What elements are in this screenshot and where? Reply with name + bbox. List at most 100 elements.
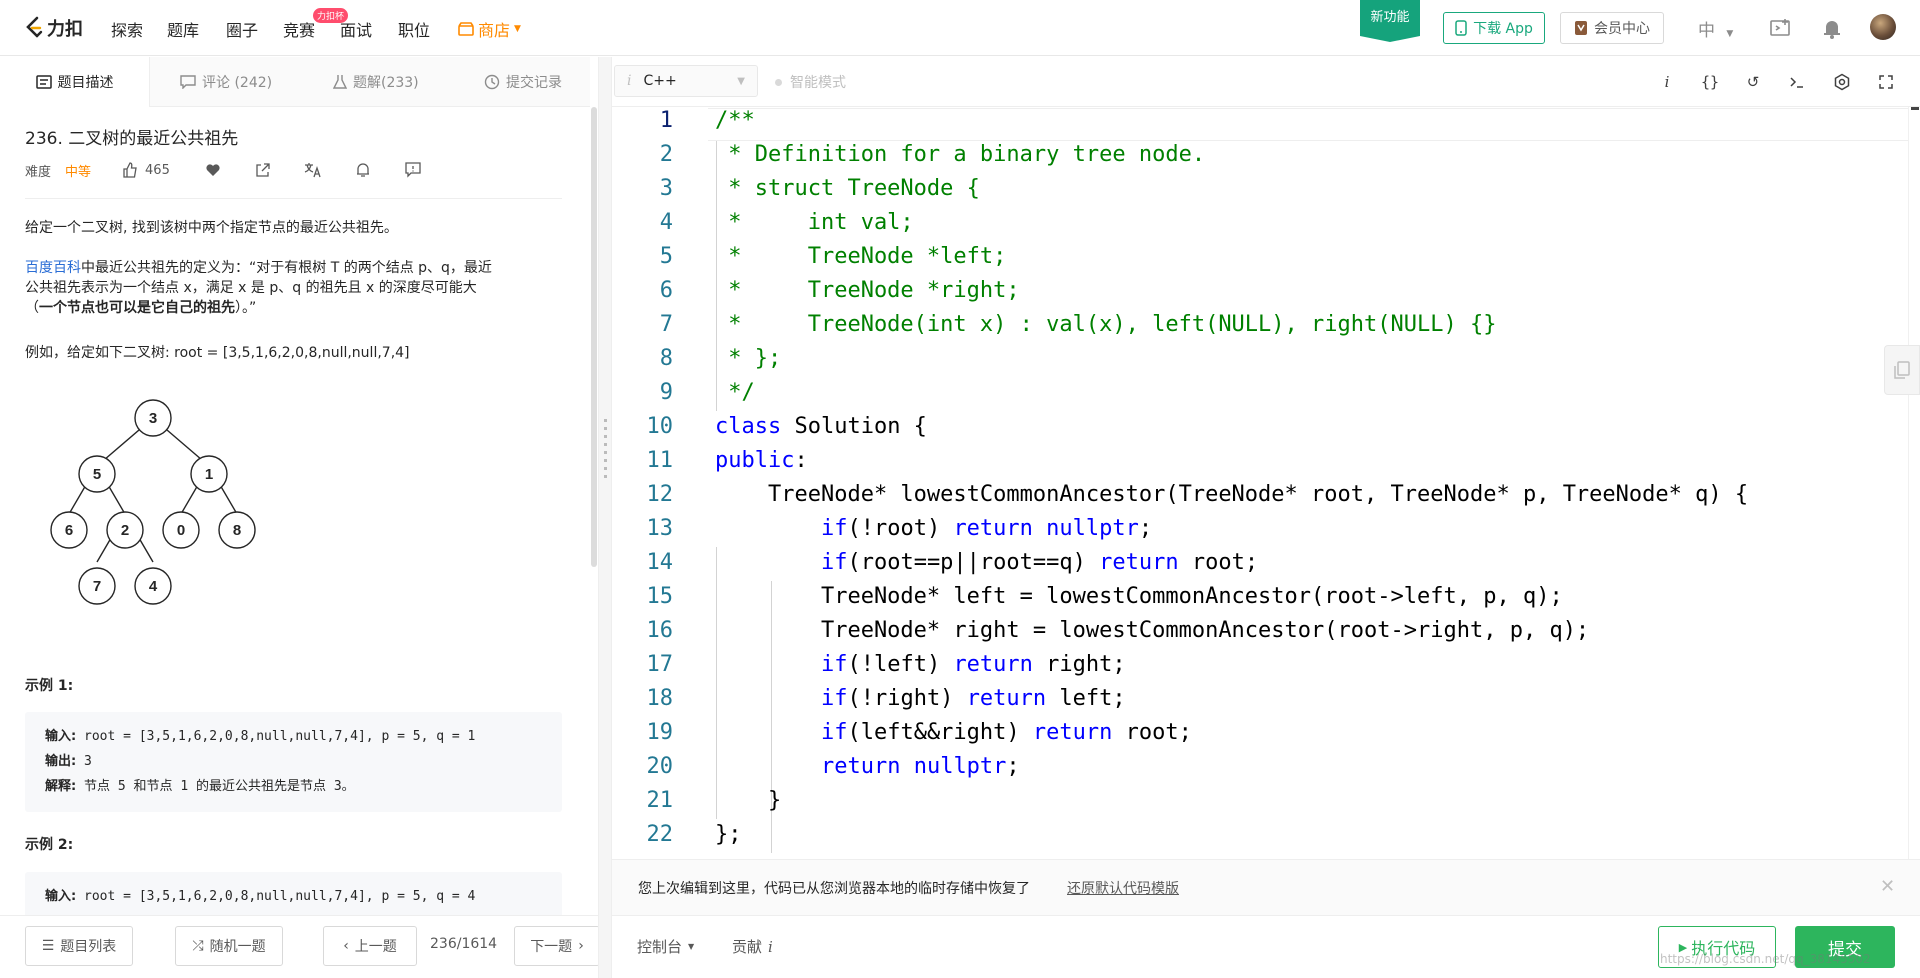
console-toggle[interactable]: 控制台 ▼ bbox=[637, 936, 694, 957]
vip-center-button[interactable]: 会员中心 bbox=[1560, 12, 1664, 44]
contribute-button[interactable]: 贡献 i bbox=[732, 936, 773, 957]
code-line[interactable]: return nullptr; bbox=[715, 750, 1020, 784]
panel-splitter[interactable] bbox=[598, 57, 612, 978]
line-number: 9 bbox=[659, 380, 673, 405]
code-line[interactable]: * int val; bbox=[715, 206, 913, 240]
leetcode-logo[interactable]: 力扣 bbox=[24, 14, 83, 42]
code-line[interactable]: public: bbox=[715, 444, 808, 478]
problem-position: 236/1614 bbox=[430, 936, 498, 952]
restore-default-template-link[interactable]: 还原默认代码模版 bbox=[1067, 878, 1179, 898]
language-switcher[interactable]: 中 ▼ bbox=[1698, 16, 1733, 41]
nav-explore[interactable]: 探索 bbox=[111, 17, 143, 41]
code-line[interactable]: * TreeNode(int x) : val(x), left(NULL), … bbox=[715, 308, 1496, 342]
code-line[interactable]: if(!root) return nullptr; bbox=[715, 512, 1152, 546]
editor-toolbar: i C++ ▼ 智能模式 i {} ↺ bbox=[612, 57, 1920, 107]
example-1-output-label: 输出: bbox=[45, 754, 77, 769]
difficulty-label: 难度 bbox=[25, 164, 52, 180]
prev-problem-button[interactable]: ‹ 上一题 bbox=[323, 926, 417, 966]
tab-solutions[interactable]: 题解(233) bbox=[333, 57, 419, 107]
editor-action-bar: 控制台 ▼ 贡献 i ▶ 执行代码 提交 bbox=[612, 915, 1920, 978]
problem-description-panel: 236. 二叉树的最近公共祖先 难度 中等 465 给定一个二叉树, 找到该树中… bbox=[0, 107, 590, 915]
example-2-label: 示例 2: bbox=[25, 837, 74, 853]
line-number: 1 bbox=[659, 108, 673, 133]
code-line[interactable]: * TreeNode *left; bbox=[715, 240, 1006, 274]
download-app-label: 下载 App bbox=[1473, 21, 1533, 37]
thumbs-up-icon[interactable] bbox=[121, 161, 139, 179]
restore-notice-text: 您上次编辑到这里，代码已从您浏览器本地的临时存储中恢复了 bbox=[638, 881, 1030, 897]
next-problem-button[interactable]: 下一题 › bbox=[514, 926, 600, 966]
definition-text-3-post: ）。” bbox=[235, 300, 257, 316]
code-line[interactable]: TreeNode* right = lowestCommonAncestor(r… bbox=[715, 614, 1589, 648]
code-line[interactable]: if(left&&right) return root; bbox=[715, 716, 1192, 750]
problem-list-button[interactable]: ☰ 题目列表 bbox=[25, 926, 133, 966]
code-line[interactable]: if(!left) return right; bbox=[715, 648, 1126, 682]
nav-interview[interactable]: 面试 bbox=[340, 17, 372, 41]
nav-circle[interactable]: 圈子 bbox=[226, 17, 258, 41]
code-line[interactable]: */ bbox=[715, 376, 755, 410]
example-2-input: root = [3,5,1,6,2,0,8,null,null,7,4], p … bbox=[76, 889, 476, 904]
problem-nav-bar: ☰ 题目列表 ⤮ 随机一题 ‹ 上一题 236/1614 下一题 › bbox=[0, 915, 600, 978]
fullscreen-icon[interactable] bbox=[1874, 70, 1898, 94]
code-line[interactable]: * struct TreeNode { bbox=[715, 172, 980, 206]
nav-jobs[interactable]: 职位 bbox=[398, 17, 430, 41]
problem-title: 236. 二叉树的最近公共祖先 bbox=[25, 129, 239, 149]
drag-handle-icon[interactable] bbox=[604, 419, 607, 479]
settings-icon[interactable] bbox=[1830, 70, 1854, 94]
code-line[interactable]: class Solution { bbox=[715, 410, 927, 444]
line-number: 6 bbox=[659, 278, 673, 303]
code-line[interactable]: if(!right) return left; bbox=[715, 682, 1126, 716]
terminal-icon[interactable] bbox=[1785, 70, 1809, 94]
tab-comments[interactable]: 评论 (242) bbox=[180, 57, 272, 107]
code-editor[interactable]: 1 2 3 4 5 6 7 8 9 10 11 12 13 14 15 16 17 18 19 20 21 22 /** … bbox=[612, 107, 1908, 859]
bell-icon[interactable] bbox=[1820, 16, 1844, 40]
tab-description[interactable]: 题目描述 bbox=[0, 57, 150, 107]
chevron-right-icon: › bbox=[578, 938, 584, 954]
side-panel-tab[interactable] bbox=[1884, 345, 1920, 395]
download-app-button[interactable]: 下载 App bbox=[1443, 12, 1545, 44]
code-line[interactable]: } bbox=[715, 784, 781, 818]
nav-problemset[interactable]: 题库 bbox=[167, 17, 199, 41]
description-scrollbar[interactable] bbox=[590, 107, 598, 567]
smart-mode-label: 智能模式 bbox=[790, 75, 846, 91]
code-line[interactable]: }; bbox=[715, 818, 742, 852]
editor-scrollbar[interactable] bbox=[1908, 107, 1920, 859]
code-line[interactable]: /** bbox=[715, 107, 755, 138]
code-line[interactable]: * Definition for a binary tree node. bbox=[715, 138, 1205, 172]
new-feature-ribbon[interactable]: 新功能 bbox=[1360, 0, 1420, 42]
tab-submissions[interactable]: 提交记录 bbox=[484, 57, 562, 107]
line-number: 15 bbox=[646, 584, 674, 609]
feedback-icon[interactable] bbox=[404, 161, 422, 179]
code-line[interactable]: * TreeNode *right; bbox=[715, 274, 1019, 308]
heart-icon[interactable] bbox=[204, 161, 222, 179]
code-line[interactable]: TreeNode* left = lowestCommonAncestor(ro… bbox=[715, 580, 1563, 614]
smart-mode-toggle[interactable]: 智能模式 bbox=[775, 72, 846, 92]
scrollbar-thumb[interactable] bbox=[591, 107, 597, 567]
share-icon[interactable] bbox=[254, 161, 272, 179]
line-number: 22 bbox=[646, 822, 674, 847]
line-number: 7 bbox=[659, 312, 673, 337]
example-1-explain: 节点 5 和节点 1 的最近公共祖先是节点 3。 bbox=[76, 779, 355, 794]
reset-icon[interactable]: ↺ bbox=[1741, 70, 1765, 94]
info-icon: i bbox=[768, 937, 773, 956]
translate-icon[interactable] bbox=[304, 161, 322, 179]
baidu-baike-link[interactable]: 百度百科 bbox=[25, 260, 81, 276]
format-braces-icon[interactable]: {} bbox=[1698, 70, 1722, 94]
random-problem-button[interactable]: ⤮ 随机一题 bbox=[175, 926, 283, 966]
user-avatar[interactable] bbox=[1870, 14, 1896, 40]
example-2-box: 输入: root = [3,5,1,6,2,0,8,null,null,7,4]… bbox=[25, 872, 562, 915]
shop-label: 商店 bbox=[478, 21, 511, 40]
comment-icon bbox=[180, 75, 196, 89]
bell-outline-icon[interactable] bbox=[354, 161, 372, 179]
close-icon[interactable]: ✕ bbox=[1880, 876, 1895, 897]
code-line[interactable]: TreeNode* lowestCommonAncestor(TreeNode*… bbox=[715, 478, 1748, 512]
language-select[interactable]: i C++ ▼ bbox=[614, 65, 758, 97]
chevron-down-icon: ▼ bbox=[514, 24, 521, 34]
info-icon[interactable]: i bbox=[1655, 70, 1679, 94]
code-line[interactable]: if(root==p||root==q) return root; bbox=[715, 546, 1258, 580]
code-line[interactable]: * }; bbox=[715, 342, 781, 376]
title-divider bbox=[25, 198, 562, 199]
definition-text-3-pre: （ bbox=[25, 300, 39, 316]
nav-shop[interactable]: 商店 ▼ bbox=[458, 17, 521, 41]
playground-icon[interactable] bbox=[1768, 16, 1792, 40]
nav-contest[interactable]: 竞赛 bbox=[283, 17, 315, 41]
